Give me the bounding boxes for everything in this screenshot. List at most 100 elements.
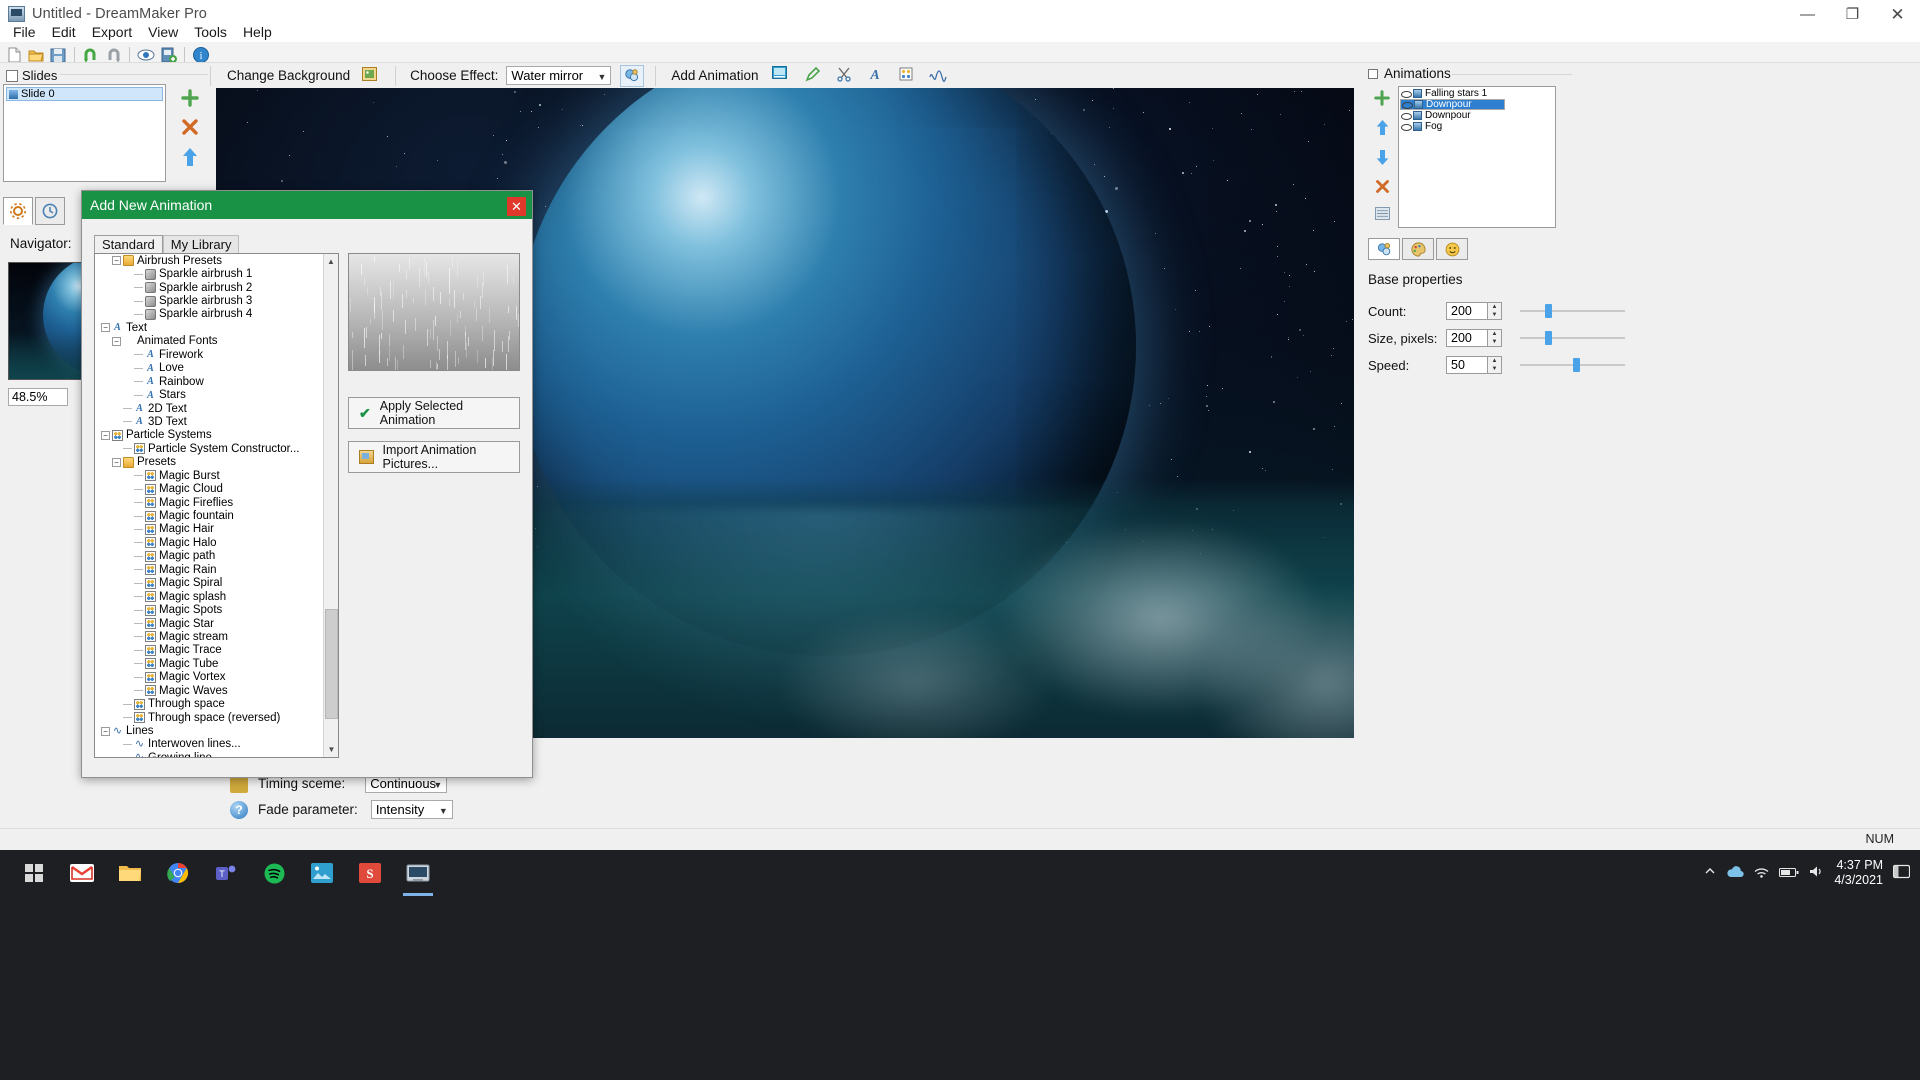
delete-animation-button[interactable] xyxy=(1375,179,1390,197)
menu-item-export[interactable]: Export xyxy=(84,24,140,40)
list-item[interactable]: Magic Hair xyxy=(95,523,323,536)
picture-icon[interactable] xyxy=(362,67,377,84)
list-item[interactable]: Fog xyxy=(1400,121,1554,132)
change-background-button[interactable]: Change Background xyxy=(227,68,350,83)
spotify-app[interactable] xyxy=(250,850,298,896)
teams-app[interactable]: T xyxy=(202,850,250,896)
menu-item-view[interactable]: View xyxy=(140,24,186,40)
help-icon[interactable]: ? xyxy=(230,801,248,819)
list-item[interactable]: −Animated Fonts xyxy=(95,335,323,348)
menu-item-tools[interactable]: Tools xyxy=(186,24,235,40)
list-item[interactable]: A2D Text xyxy=(95,402,323,415)
editor-app[interactable]: S xyxy=(346,850,394,896)
effect-select[interactable]: Water mirror ▼ xyxy=(506,66,611,85)
mail-app[interactable] xyxy=(58,850,106,896)
list-item[interactable]: ARainbow xyxy=(95,375,323,388)
list-item[interactable]: Magic Rain xyxy=(95,563,323,576)
list-item[interactable]: Falling stars 1 xyxy=(1400,88,1554,99)
tree-toggle[interactable]: − xyxy=(112,458,121,467)
list-item[interactable]: Magic Vortex xyxy=(95,671,323,684)
list-item[interactable]: Magic Cloud xyxy=(95,482,323,495)
animation-particle-icon[interactable] xyxy=(898,66,918,86)
photos-app[interactable] xyxy=(298,850,346,896)
animation-text-icon[interactable]: A xyxy=(867,66,887,86)
list-item[interactable]: −Particle Systems xyxy=(95,429,323,442)
list-item[interactable]: Sparkle airbrush 2 xyxy=(95,281,323,294)
animation-wave-icon[interactable] xyxy=(929,66,949,86)
list-item[interactable]: ∿Interwoven lines... xyxy=(95,738,323,751)
show-hidden-icons[interactable] xyxy=(1704,865,1716,881)
visibility-eye-icon[interactable] xyxy=(1401,122,1410,131)
dreammaker-app[interactable] xyxy=(394,850,442,896)
property-value-input[interactable]: 50 xyxy=(1446,356,1488,374)
fade-parameter-select[interactable]: Intensity ▼ xyxy=(371,800,453,819)
list-item[interactable]: Sparkle airbrush 4 xyxy=(95,308,323,321)
move-down-button[interactable] xyxy=(1375,149,1390,169)
apply-selected-animation-button[interactable]: ✔ Apply Selected Animation xyxy=(348,397,520,429)
list-item[interactable]: Magic Waves xyxy=(95,684,323,697)
visibility-eye-icon[interactable] xyxy=(1402,100,1411,109)
tab-my-library[interactable]: My Library xyxy=(163,235,240,253)
list-item[interactable]: −AText xyxy=(95,321,323,334)
battery-icon[interactable] xyxy=(1779,865,1799,881)
list-item[interactable]: Magic Halo xyxy=(95,536,323,549)
list-item[interactable]: Through space (reversed) xyxy=(95,711,323,724)
list-item[interactable]: ALove xyxy=(95,362,323,375)
property-value-input[interactable]: 200 xyxy=(1446,329,1488,347)
animation-scissors-icon[interactable] xyxy=(836,66,856,86)
property-slider[interactable] xyxy=(1520,356,1625,374)
list-item[interactable]: AFirework xyxy=(95,348,323,361)
slides-list[interactable]: Slide 0 xyxy=(3,84,166,182)
file-explorer-app[interactable] xyxy=(106,850,154,896)
chrome-browser-app[interactable] xyxy=(154,850,202,896)
list-item[interactable]: Magic stream xyxy=(95,630,323,643)
list-item[interactable]: Magic path xyxy=(95,550,323,563)
list-item[interactable]: Magic Fireflies xyxy=(95,496,323,509)
tab-color-properties[interactable] xyxy=(1402,238,1434,260)
stepper-up-icon[interactable]: ▲ xyxy=(1488,330,1501,338)
menu-item-help[interactable]: Help xyxy=(235,24,280,40)
tree-toggle[interactable]: − xyxy=(112,337,121,346)
tree-toggle[interactable]: − xyxy=(112,256,121,265)
list-item[interactable]: A3D Text xyxy=(95,415,323,428)
list-item[interactable]: Sparkle airbrush 1 xyxy=(95,267,323,280)
list-item[interactable]: Downpour xyxy=(1400,110,1554,121)
list-item[interactable]: AStars xyxy=(95,388,323,401)
nav-tab-timing[interactable] xyxy=(35,197,65,225)
stepper-down-icon[interactable]: ▼ xyxy=(1488,338,1501,346)
stepper-down-icon[interactable]: ▼ xyxy=(1488,365,1501,373)
menu-item-edit[interactable]: Edit xyxy=(44,24,84,40)
add-slide-button[interactable] xyxy=(181,89,199,110)
stepper-up-icon[interactable]: ▲ xyxy=(1488,357,1501,365)
tree-toggle[interactable]: − xyxy=(101,431,110,440)
list-item[interactable]: Magic fountain xyxy=(95,509,323,522)
list-item[interactable]: −Airbrush Presets xyxy=(95,254,323,267)
scrollbar-thumb[interactable] xyxy=(325,609,338,719)
nav-tab-settings[interactable] xyxy=(3,197,33,225)
network-icon[interactable] xyxy=(1754,865,1769,881)
stepper-down-icon[interactable]: ▼ xyxy=(1488,311,1501,319)
menu-item-file[interactable]: File xyxy=(5,24,44,40)
list-item[interactable]: Particle System Constructor... xyxy=(95,442,323,455)
scroll-up-arrow[interactable]: ▲ xyxy=(324,254,338,269)
list-item[interactable]: −∿Lines xyxy=(95,724,323,737)
property-slider[interactable] xyxy=(1520,329,1625,347)
list-item[interactable]: Sparkle airbrush 3 xyxy=(95,294,323,307)
start-button[interactable] xyxy=(10,850,58,896)
tree-toggle[interactable]: − xyxy=(101,727,110,736)
property-stepper[interactable]: ▲▼ xyxy=(1488,356,1502,374)
tab-standard[interactable]: Standard xyxy=(94,235,163,253)
delete-slide-button[interactable] xyxy=(181,118,199,139)
volume-icon[interactable] xyxy=(1809,865,1824,881)
stepper-up-icon[interactable]: ▲ xyxy=(1488,303,1501,311)
zoom-level-input[interactable]: 48.5% xyxy=(8,388,68,406)
list-item[interactable]: −Presets xyxy=(95,456,323,469)
list-item[interactable]: Downpour xyxy=(1400,99,1505,110)
tree-scrollbar[interactable]: ▲ ▼ xyxy=(323,254,338,757)
slider-knob[interactable] xyxy=(1573,358,1580,372)
taskbar-clock[interactable]: 4:37 PM 4/3/2021 xyxy=(1834,858,1883,888)
add-animation-button[interactable] xyxy=(1374,90,1390,109)
list-item[interactable]: Magic splash xyxy=(95,590,323,603)
tree-toggle[interactable]: − xyxy=(101,323,110,332)
visibility-eye-icon[interactable] xyxy=(1401,89,1410,98)
